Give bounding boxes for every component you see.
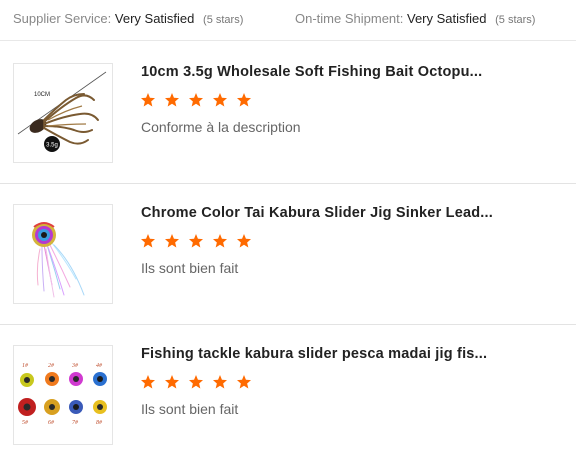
color-label: 3# bbox=[71, 363, 79, 369]
supplier-service-value: Very Satisfied bbox=[114, 11, 195, 26]
weight-label: 3.5g bbox=[46, 143, 58, 149]
supplier-service-stars: (5 stars) bbox=[203, 14, 244, 26]
color-label: 6# bbox=[48, 420, 55, 426]
star-rating bbox=[140, 233, 255, 253]
review-item: Chrome Color Tai Kabura Slider Jig Sinke… bbox=[0, 184, 576, 325]
color-label: 2# bbox=[48, 363, 55, 369]
shipment-rating: On-time Shipment: Very Satisfied (5 star… bbox=[295, 11, 535, 26]
product-title-link[interactable]: 10cm 3.5g Wholesale Soft Fishing Bait Oc… bbox=[141, 64, 482, 80]
seller-rating-summary: Supplier Service: Very Satisfied (5 star… bbox=[0, 0, 576, 41]
review-comment: Ils sont bien fait bbox=[141, 401, 239, 417]
star-icon bbox=[188, 93, 203, 107]
supplier-service-label: Supplier Service: bbox=[13, 11, 112, 26]
size-label: 10CM bbox=[34, 92, 50, 98]
star-icon bbox=[141, 375, 155, 389]
star-icon bbox=[164, 375, 179, 389]
star-rating bbox=[140, 92, 255, 112]
soft-octopus-bait-icon: 10CM 3.5g bbox=[17, 71, 107, 152]
star-icon bbox=[212, 234, 227, 248]
kabura-jig-icon bbox=[32, 222, 85, 298]
review-item: 1# 2# 3# 4# 5# 6# 7# 8# Fishing tackle k… bbox=[0, 325, 576, 465]
star-icon bbox=[141, 234, 155, 248]
shipment-value: Very Satisfied bbox=[407, 11, 487, 26]
supplier-service-rating: Supplier Service: Very Satisfied (5 star… bbox=[13, 11, 243, 26]
star-icon bbox=[236, 93, 251, 107]
product-title-link[interactable]: Chrome Color Tai Kabura Slider Jig Sinke… bbox=[141, 205, 493, 221]
color-label: 8# bbox=[96, 420, 103, 426]
star-icon bbox=[164, 93, 179, 107]
review-comment: Conforme à la description bbox=[141, 119, 301, 135]
color-label: 5# bbox=[22, 420, 29, 426]
star-icon bbox=[236, 375, 251, 389]
star-icon bbox=[236, 234, 251, 248]
product-title-link[interactable]: Fishing tackle kabura slider pesca madai… bbox=[141, 346, 487, 362]
star-icon bbox=[164, 234, 179, 248]
product-thumbnail[interactable]: 1# 2# 3# 4# 5# 6# 7# 8# bbox=[13, 345, 113, 445]
shipment-stars: (5 stars) bbox=[495, 14, 536, 26]
color-label: 4# bbox=[96, 362, 103, 369]
shipment-label: On-time Shipment: bbox=[295, 11, 404, 26]
review-item: 10CM 3.5g 10cm 3.5g Wholesale Soft Fishi… bbox=[0, 43, 576, 184]
star-icon bbox=[141, 93, 155, 107]
star-icon bbox=[212, 93, 227, 107]
star-rating bbox=[140, 374, 255, 394]
product-thumbnail[interactable]: 10CM 3.5g bbox=[13, 63, 113, 163]
star-icon bbox=[212, 375, 227, 389]
color-label: 7# bbox=[72, 420, 79, 426]
review-comment: Ils sont bien fait bbox=[141, 260, 239, 276]
product-thumbnail[interactable] bbox=[13, 204, 113, 304]
star-icon bbox=[188, 234, 203, 248]
kabura-color-chart-icon: 1# 2# 3# 4# 5# 6# 7# 8# bbox=[18, 362, 107, 426]
color-label: 1# bbox=[22, 363, 29, 369]
star-icon bbox=[188, 375, 203, 389]
